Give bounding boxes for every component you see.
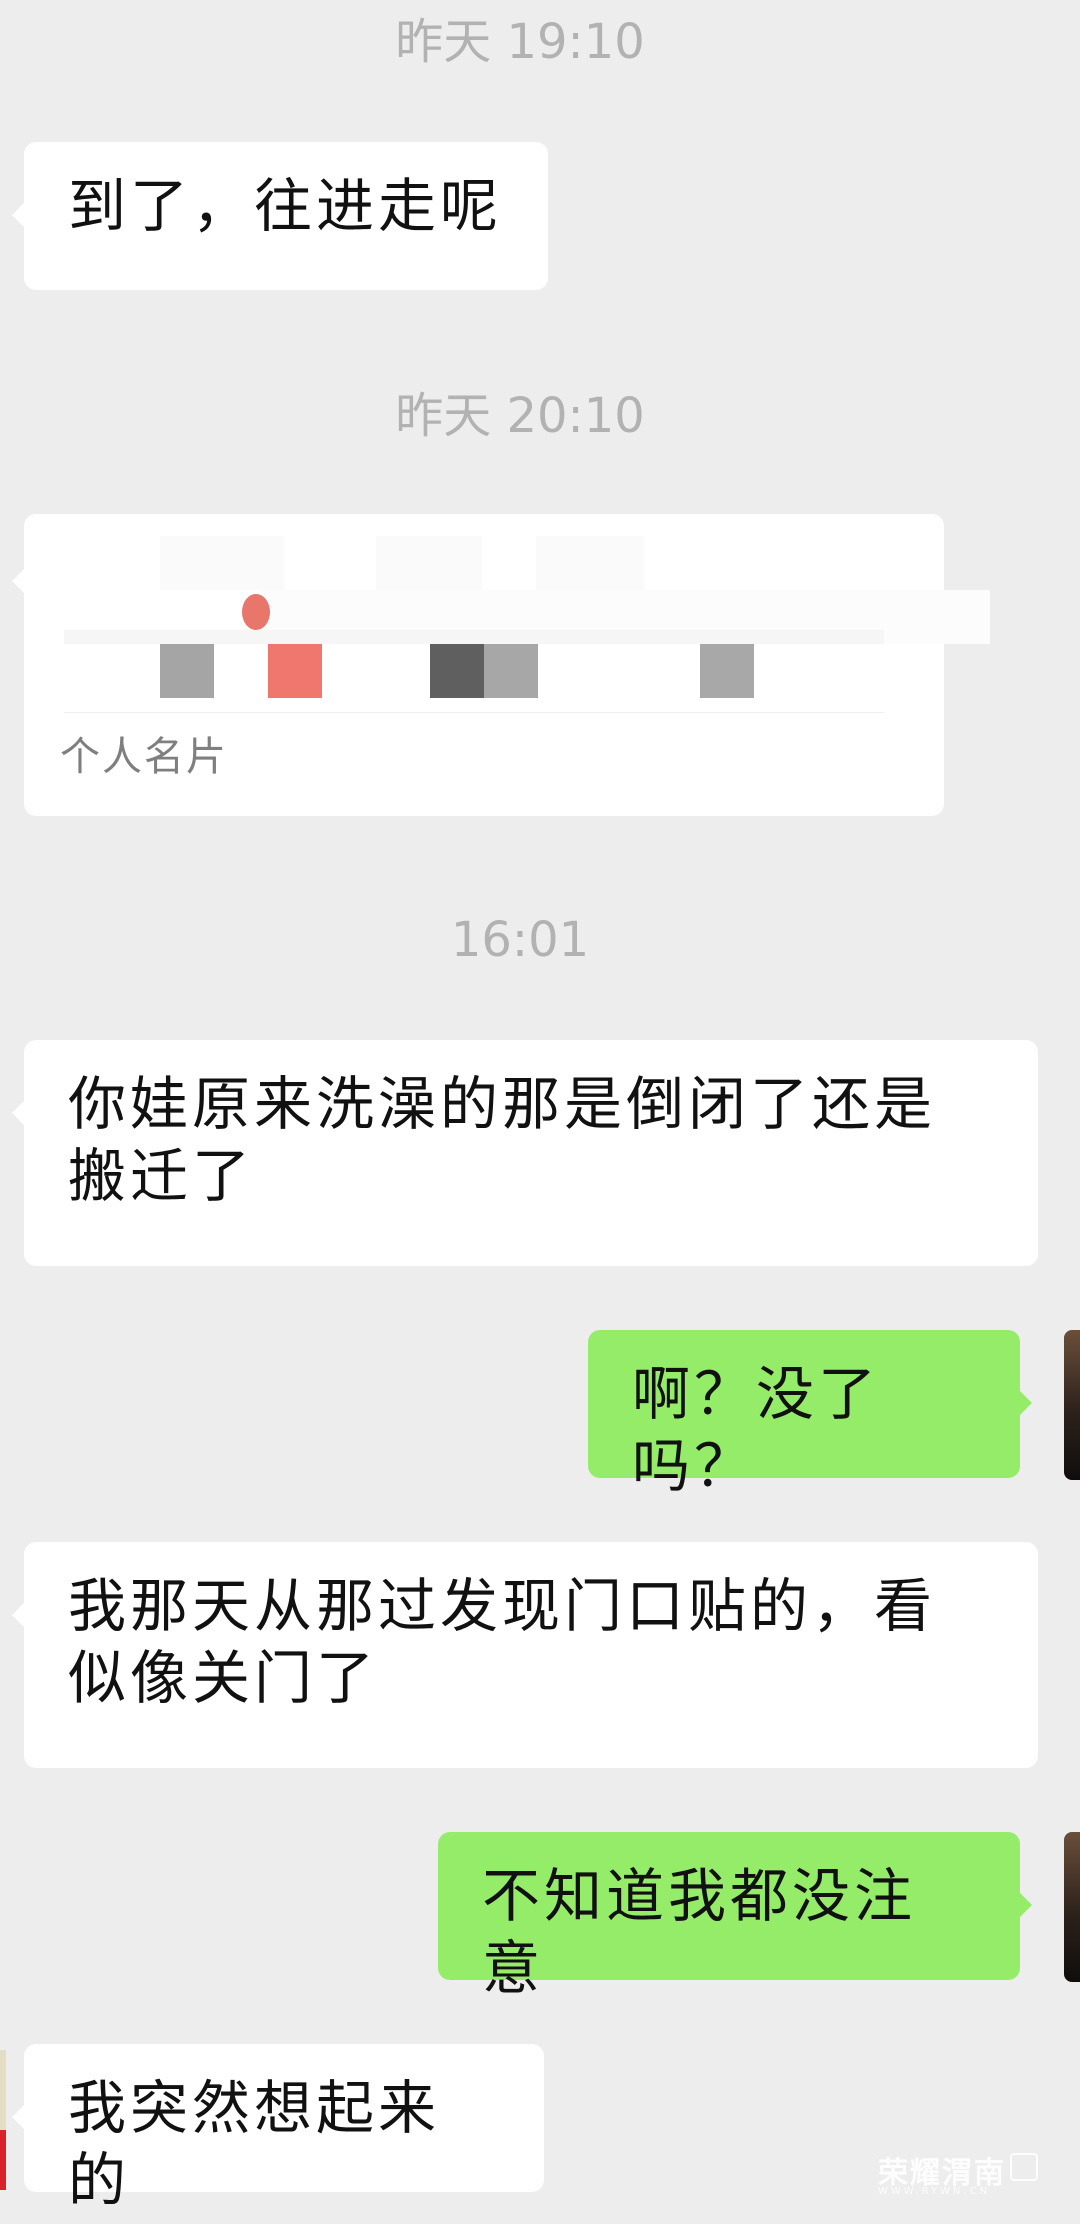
user-avatar[interactable] bbox=[1064, 1330, 1080, 1480]
contact-card[interactable]: 个人名片 bbox=[12, 514, 990, 816]
redacted-mosaic bbox=[64, 712, 884, 713]
bubble-tail bbox=[12, 1100, 25, 1126]
watermark-site: WWW.RYWN.CN bbox=[878, 2186, 991, 2197]
contact-avatar-cropped bbox=[0, 2130, 6, 2190]
message-text: 你娃原来洗澡的那是倒闭了还是搬迁了 bbox=[68, 1070, 937, 1210]
redacted-mosaic bbox=[536, 536, 644, 590]
message-text: 不知道我都没注意 bbox=[482, 1862, 917, 2002]
message-bubble-incoming[interactable]: 我那天从那过发现门口贴的，看似像关门了 bbox=[12, 1542, 1038, 1768]
user-avatar[interactable] bbox=[1064, 1832, 1080, 1982]
timestamp: 昨天 20:10 bbox=[395, 388, 645, 444]
watermark-logo-icon bbox=[1010, 2153, 1038, 2181]
message-bubble-outgoing[interactable]: 啊？没了吗？ bbox=[588, 1330, 1032, 1500]
redacted-mosaic bbox=[160, 644, 214, 698]
redacted-mosaic bbox=[376, 536, 482, 590]
bubble-tail bbox=[12, 568, 25, 594]
bubble-tail bbox=[12, 202, 25, 228]
redacted-mosaic bbox=[160, 536, 284, 590]
message-text: 啊？没了吗？ bbox=[632, 1360, 881, 1500]
bubble-tail bbox=[1019, 1390, 1032, 1416]
contact-avatar-cropped bbox=[0, 2050, 6, 2130]
message-text: 我那天从那过发现门口贴的，看似像关门了 bbox=[68, 1572, 937, 1712]
message-bubble-incoming[interactable]: 你娃原来洗澡的那是倒闭了还是搬迁了 bbox=[12, 1040, 1038, 1266]
redacted-mosaic bbox=[430, 644, 484, 698]
message-bubble-incoming[interactable]: 到了，往进走呢 bbox=[12, 142, 548, 290]
contact-card-label: 个人名片 bbox=[60, 734, 228, 780]
redacted-mosaic bbox=[700, 644, 754, 698]
message-text: 到了，往进走呢 bbox=[68, 172, 503, 240]
timestamp: 16:01 bbox=[450, 912, 590, 968]
message-bubble-incoming[interactable]: 我突然想起来的 bbox=[12, 2044, 544, 2214]
message-bubble-outgoing[interactable]: 不知道我都没注意 bbox=[438, 1832, 1032, 2002]
message-text: 我突然想起来的 bbox=[68, 2074, 441, 2214]
redacted-mosaic bbox=[484, 644, 538, 698]
bubble-tail bbox=[12, 1602, 25, 1628]
redacted-mosaic bbox=[242, 594, 270, 630]
bubble-tail bbox=[1019, 1892, 1032, 1918]
redacted-mosaic bbox=[268, 644, 322, 698]
bubble-tail bbox=[12, 2104, 25, 2130]
redacted-mosaic bbox=[64, 630, 884, 644]
timestamp: 昨天 19:10 bbox=[395, 14, 645, 70]
